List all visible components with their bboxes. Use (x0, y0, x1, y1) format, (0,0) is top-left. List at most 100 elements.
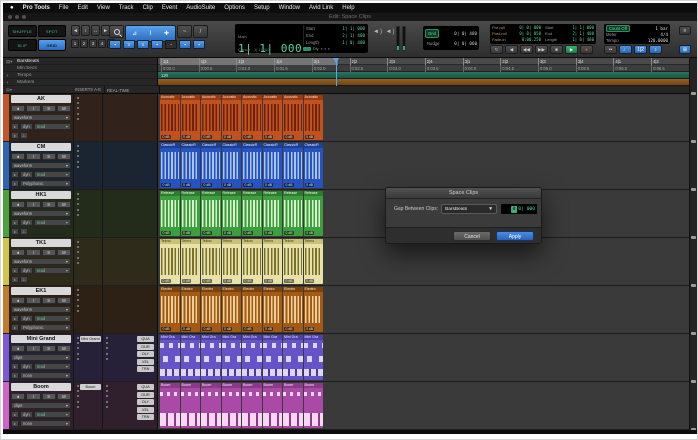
grabber-tool-button[interactable]: ✚ (159, 27, 174, 40)
trimmer-tool-button[interactable]: ⊿ (127, 27, 142, 40)
slip-mode-button[interactable]: SLIP (8, 39, 37, 51)
clip-gain-badge[interactable]: 0 dB (161, 135, 171, 139)
clip-cm-8[interactable]: ClassicR0 dB (304, 143, 324, 188)
automation-mode-selector[interactable]: read▾ (34, 411, 71, 418)
freeze-icon[interactable]: ▸ (11, 228, 19, 235)
clip-gain-badge[interactable]: 0 dB (182, 135, 192, 139)
clip-gain-badge[interactable]: 0 dB (161, 279, 171, 283)
automation-mode-selector[interactable]: read▾ (34, 171, 71, 178)
clip-gain-badge[interactable]: 0 dB (243, 231, 253, 235)
clip-ek1-2[interactable]: Electro0 dB (181, 287, 201, 332)
clip-lane[interactable]: Tekno0 dBTekno0 dBTekno0 dBTekno0 dBTekn… (160, 238, 323, 285)
track-list-menu-icon[interactable]: ▤▾ (6, 86, 12, 94)
menu-item-options[interactable]: Options (224, 5, 245, 11)
clip-tk1-8[interactable]: Tekno0 dB (304, 239, 324, 284)
dyn-selector[interactable]: dyn (20, 315, 33, 322)
track-name[interactable]: AK (11, 95, 71, 103)
clip-gain-badge[interactable]: 0 dB (305, 183, 315, 187)
clip-ek1-3[interactable]: Electro0 dB (201, 287, 221, 332)
zoomer-tool-button[interactable] (109, 25, 124, 38)
rtp-vel[interactable]: VEL (137, 359, 154, 365)
mute-button[interactable]: M (57, 153, 71, 160)
zoom-preset-2[interactable]: 2 (80, 39, 88, 48)
clip-hk1-5[interactable]: Release0 dB (242, 191, 262, 236)
record-button[interactable]: ● (580, 45, 593, 54)
record-arm-button[interactable]: ● (11, 393, 25, 400)
elastic-audio-icon[interactable]: ▸ (11, 171, 19, 178)
patch-icon[interactable]: ▸ (11, 372, 19, 379)
selection-length-value[interactable]: 1| 0| 480 (342, 39, 365, 46)
playhead-cursor[interactable] (336, 58, 337, 86)
clip-gain-badge[interactable]: 0 dB (202, 279, 212, 283)
clip-mini-grand-7[interactable]: Mini Gra (283, 335, 303, 380)
ruler-name-tempo[interactable]: +Tempo (3, 72, 157, 79)
clip-hk1-8[interactable]: Release0 dB (304, 191, 324, 236)
zoom-arrow-0[interactable]: ◄ (71, 25, 80, 36)
clip-gain-badge[interactable]: 0 dB (161, 231, 171, 235)
zoom-preset-1[interactable]: 1 (71, 39, 79, 48)
clip-ak-2[interactable]: Acoustic0 dB (181, 95, 201, 140)
gap-value-selected-digit[interactable]: 0 (511, 206, 518, 213)
track-height-handle[interactable] (691, 380, 696, 383)
track-view-selector[interactable]: waveform▾ (11, 258, 71, 265)
tab-to-transient-button[interactable]: ▪ (109, 40, 121, 49)
patch-icon[interactable]: ▸ (11, 420, 19, 427)
elastic-icon[interactable]: ⊥ (20, 132, 28, 139)
clip-gain-badge[interactable]: 0 dB (223, 231, 233, 235)
track-view-selector[interactable]: waveform▾ (11, 162, 71, 169)
track-name[interactable]: HK1 (11, 191, 71, 199)
clip-gain-badge[interactable]: 0 dB (264, 327, 274, 331)
menu-item-event[interactable]: Event (162, 5, 177, 11)
track-name[interactable]: TK1 (11, 239, 71, 247)
mute-button[interactable]: M (57, 201, 71, 208)
clip-hk1-4[interactable]: Release0 dB (222, 191, 242, 236)
clip-mini-grand-8[interactable]: Mini Gra (304, 335, 324, 380)
zoom-preset-4[interactable]: 4 (98, 39, 106, 48)
clip-gain-badge[interactable]: 0 dB (243, 327, 253, 331)
gap-value-rest[interactable]: 0| 000 (518, 207, 535, 212)
record-arm-button[interactable]: ● (11, 105, 25, 112)
elastic-plugin-icon[interactable]: ▸ (11, 324, 19, 331)
selection-start-value[interactable]: 1| 1| 000 (342, 25, 365, 32)
clip-cm-4[interactable]: ClassicR0 dB (222, 143, 242, 188)
clip-lane[interactable]: Electro0 dBElectro0 dBElectro0 dBElectro… (160, 286, 323, 333)
track-view-selector[interactable]: waveform▾ (11, 210, 71, 217)
track-view-selector[interactable]: waveform▾ (11, 306, 71, 313)
clip-tk1-6[interactable]: Tekno0 dB (263, 239, 283, 284)
freeze-icon[interactable]: ▸ (11, 132, 19, 139)
elastic-audio-icon[interactable]: ▸ (11, 123, 19, 130)
right-scroll-strip[interactable] (689, 58, 697, 430)
track-name[interactable]: Boom (11, 383, 71, 391)
clip-mini-grand-2[interactable]: Mini Gra (181, 335, 201, 380)
zoom-preset-3[interactable]: 3 (89, 39, 97, 48)
clip-gain-badge[interactable]: 0 dB (243, 183, 253, 187)
clip-mini-grand-6[interactable]: Mini Gra (263, 335, 283, 380)
rtp-trn[interactable]: TRN (137, 414, 154, 420)
input-monitor-button[interactable]: I (26, 249, 40, 256)
grid-value[interactable]: 0| 0| 480 (454, 31, 477, 36)
dialog-title[interactable]: Space Clips (386, 188, 541, 199)
elastic-audio-icon[interactable]: ▸ (11, 267, 19, 274)
clip-boom-5[interactable]: Boom (242, 383, 262, 428)
track-height-handle[interactable] (691, 92, 696, 95)
solo-button[interactable]: S (42, 393, 56, 400)
clip-ak-1[interactable]: Acoustic0 dB (160, 95, 180, 140)
return-to-zero-button[interactable]: ◀ (505, 45, 518, 54)
clip-boom-3[interactable]: Boom (201, 383, 221, 428)
input-monitor-button[interactable]: I (26, 153, 40, 160)
bars-beats-ruler[interactable]: 1|11|21|31|42|12|22|32|43|13|23|33|44|14… (158, 58, 697, 65)
input-monitor-button[interactable]: I (26, 297, 40, 304)
clip-gain-badge[interactable]: 0 dB (161, 327, 171, 331)
clip-gain-badge[interactable]: 0 dB (182, 327, 192, 331)
clip-cm-3[interactable]: ClassicR0 dB (201, 143, 221, 188)
clip-gain-badge[interactable]: 0 dB (243, 279, 253, 283)
clip-ek1-6[interactable]: Electro0 dB (263, 287, 283, 332)
auto-scroll-button[interactable]: ▪ (179, 40, 191, 49)
clip-ak-5[interactable]: Acoustic0 dB (242, 95, 262, 140)
clip-hk1-2[interactable]: Release0 dB (181, 191, 201, 236)
track-name[interactable]: CM (11, 143, 71, 151)
track-view-selector[interactable]: waveform▾ (11, 114, 71, 121)
dyn-selector[interactable]: dyn (20, 123, 33, 130)
elastic-audio-selector[interactable]: Polyphonic▾ (20, 180, 71, 187)
clip-gain-badge[interactable]: 0 dB (223, 135, 233, 139)
